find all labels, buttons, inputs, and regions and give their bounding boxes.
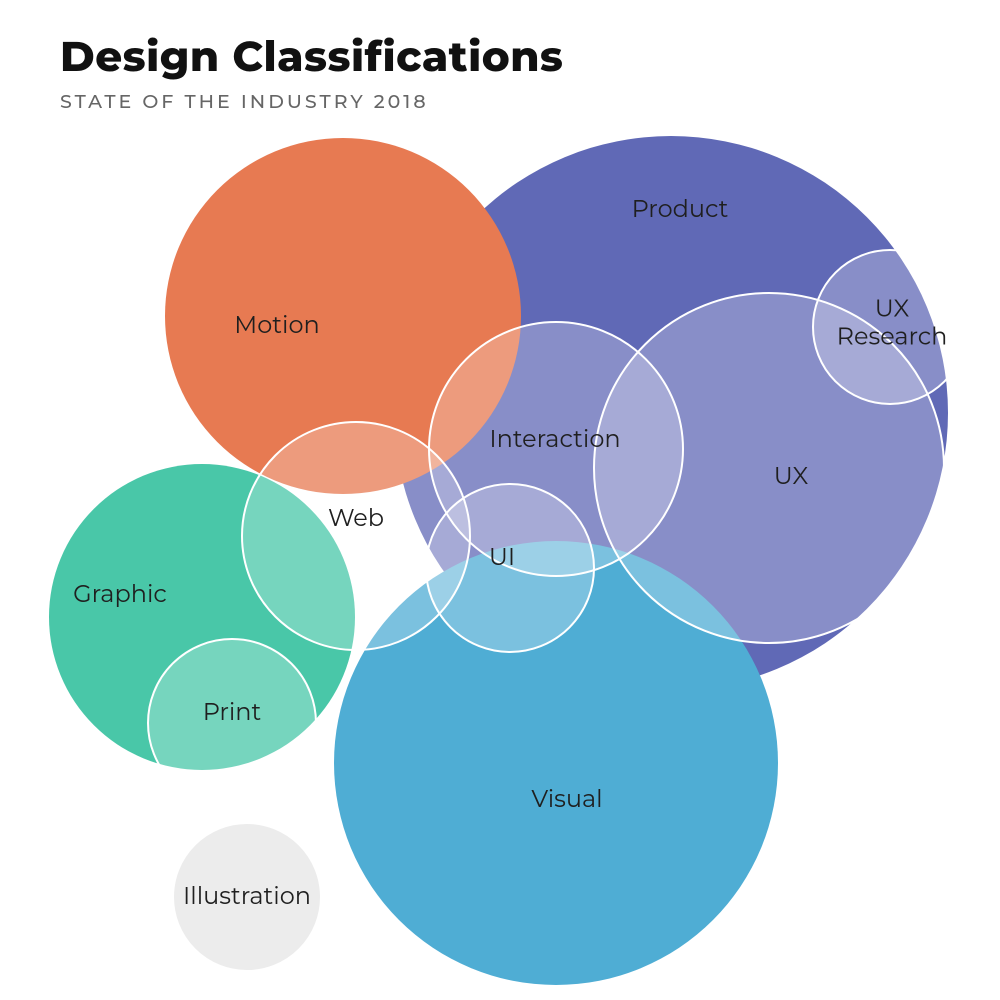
label-ui: UI [489,544,515,572]
page-title: Design Classifications [60,30,563,82]
label-graphic: Graphic [73,581,167,609]
label-product: Product [632,196,729,224]
label-motion: Motion [234,312,319,340]
label-illustration: Illustration [183,883,311,911]
label-visual: Visual [531,786,602,814]
label-print: Print [203,699,262,727]
label-web: Web [328,505,384,533]
page-subtitle: STATE OF THE INDUSTRY 2018 [60,90,429,113]
label-ux: UX [774,463,809,491]
label-interaction: Interaction [489,426,620,454]
label-ux-research: UX Research [837,295,948,350]
diagram-stage: Design Classifications STATE OF THE INDU… [0,0,1000,1000]
